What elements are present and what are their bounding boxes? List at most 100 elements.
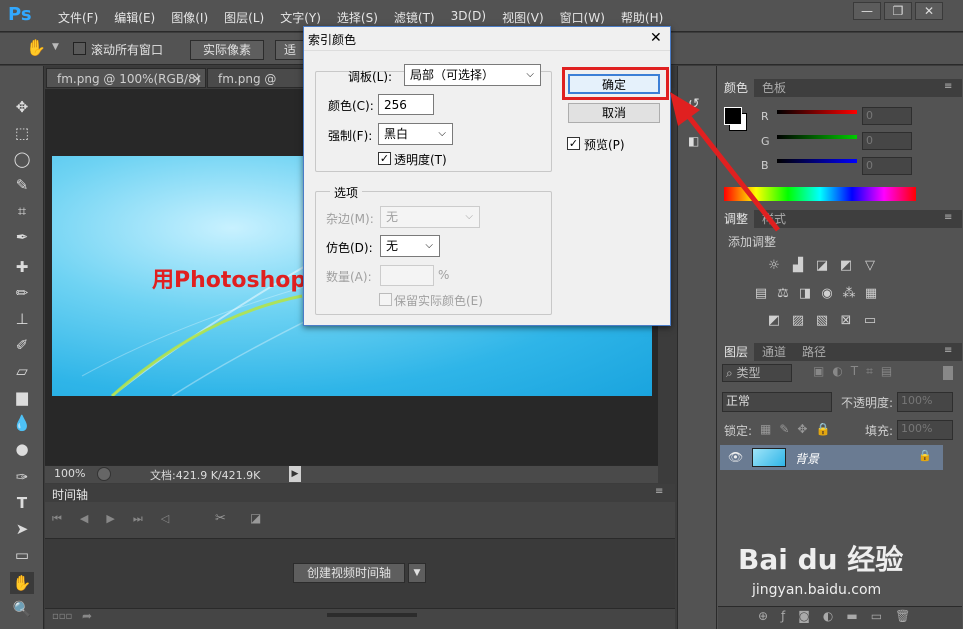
blur-tool-icon[interactable]: 💧 xyxy=(10,412,34,434)
visibility-eye-icon[interactable]: 👁 xyxy=(728,450,743,464)
exposure-icon[interactable]: ◩ xyxy=(837,258,855,274)
menu-image[interactable]: 图像(I) xyxy=(163,9,216,26)
menu-help[interactable]: 帮助(H) xyxy=(613,9,671,26)
type-tool-icon[interactable]: T xyxy=(10,492,34,514)
color-lookup-icon[interactable]: ▦ xyxy=(862,286,880,302)
status-info-icon[interactable] xyxy=(97,467,111,481)
menu-select[interactable]: 选择(S) xyxy=(329,9,386,26)
hand-tool-icon[interactable]: ✋ xyxy=(10,572,34,594)
transition-icon[interactable]: ◪ xyxy=(250,511,261,525)
color-panel-menu-icon[interactable]: ≡ xyxy=(944,81,952,92)
menu-file[interactable]: 文件(F) xyxy=(50,9,106,26)
timeline-render-icon[interactable]: ➦ xyxy=(82,609,92,623)
tab-layers[interactable]: 图层 xyxy=(718,343,755,361)
timeline-zoom-slider[interactable] xyxy=(327,613,417,617)
cancel-button[interactable]: 取消 xyxy=(568,103,660,123)
timeline-convert-icon[interactable]: ▫▫▫ xyxy=(52,611,72,622)
layers-footer-icons[interactable]: ⊕ƒ◙◐▬▭🗑 xyxy=(758,609,923,623)
black-white-icon[interactable]: ◨ xyxy=(796,286,814,302)
filter-toggle[interactable] xyxy=(943,366,953,380)
lock-icons[interactable]: ▦✎✥🔒 xyxy=(760,422,838,436)
threshold-icon[interactable]: ▧ xyxy=(813,313,831,329)
marquee-tool-icon[interactable]: ⬚ xyxy=(10,122,34,144)
close-window-button[interactable]: ✕ xyxy=(915,2,943,20)
menu-layer[interactable]: 图层(L) xyxy=(216,9,272,26)
status-menu-arrow-icon[interactable]: ▶ xyxy=(289,466,301,482)
actual-pixels-button[interactable]: 实际像素 xyxy=(190,40,264,60)
pen-tool-icon[interactable]: ✑ xyxy=(10,466,34,488)
history-brush-tool-icon[interactable]: ✐ xyxy=(10,334,34,356)
layer-row-background[interactable]: 👁 背景 🔒 xyxy=(720,445,943,470)
gradient-tool-icon[interactable]: ▆ xyxy=(10,386,34,408)
timeline-dropdown-chevron-icon[interactable]: ▼ xyxy=(408,563,426,583)
photo-filter-icon[interactable]: ◉ xyxy=(818,286,836,302)
restore-button[interactable]: ❐ xyxy=(884,2,912,20)
gradient-map-icon[interactable]: ▭ xyxy=(861,313,879,329)
doc-tab-2[interactable]: fm.png @ 100% xyxy=(207,68,307,106)
path-select-tool-icon[interactable]: ➤ xyxy=(10,518,34,540)
levels-icon[interactable]: ▟ xyxy=(789,258,807,274)
doc-tab-close-icon[interactable]: ✕ xyxy=(192,69,202,89)
brush-tool-icon[interactable]: ✏ xyxy=(10,282,34,304)
menu-view[interactable]: 视图(V) xyxy=(494,9,552,26)
stamp-tool-icon[interactable]: ⊥ xyxy=(10,308,34,330)
posterize-icon[interactable]: ▨ xyxy=(789,313,807,329)
matte-select[interactable]: 无 ⌵ xyxy=(380,206,480,228)
menu-filter[interactable]: 滤镜(T) xyxy=(386,9,443,26)
quick-select-tool-icon[interactable]: ✎ xyxy=(10,174,34,196)
transparency-checkbox[interactable]: ✓ xyxy=(378,152,391,165)
create-video-timeline-button[interactable]: 创建视频时间轴 xyxy=(293,563,405,583)
crop-tool-icon[interactable]: ⌗ xyxy=(10,200,34,222)
dither-select[interactable]: 无 ⌵ xyxy=(380,235,440,257)
dodge-tool-icon[interactable]: ● xyxy=(10,438,34,460)
menu-type[interactable]: 文字(Y) xyxy=(272,9,329,26)
blend-mode-select[interactable]: 正常 xyxy=(722,392,832,412)
zoom-tool-icon[interactable]: 🔍 xyxy=(10,598,34,620)
channel-mixer-icon[interactable]: ⁂ xyxy=(840,286,858,302)
tool-preset-chevron-icon[interactable]: ▼ xyxy=(52,42,59,52)
menu-3d[interactable]: 3D(D) xyxy=(443,9,494,26)
tab-paths[interactable]: 路径 xyxy=(796,343,832,361)
opacity-field[interactable]: 100% xyxy=(897,392,953,412)
amount-input[interactable] xyxy=(380,265,434,286)
dialog-close-icon[interactable]: ✕ xyxy=(650,30,662,46)
healing-brush-tool-icon[interactable]: ✚ xyxy=(10,256,34,278)
fit-screen-button[interactable]: 适 xyxy=(275,40,305,60)
invert-icon[interactable]: ◩ xyxy=(765,313,783,329)
brightness-icon[interactable]: ☼ xyxy=(765,258,783,274)
minimize-button[interactable]: — xyxy=(853,2,881,20)
eyedropper-tool-icon[interactable]: ✒ xyxy=(10,226,34,248)
eraser-tool-icon[interactable]: ▱ xyxy=(10,360,34,382)
palette-select[interactable]: 局部（可选择） ⌵ xyxy=(404,64,541,86)
hue-saturation-icon[interactable]: ▤ xyxy=(752,286,770,302)
hand-tool-icon[interactable]: ✋ xyxy=(26,38,46,57)
rectangle-tool-icon[interactable]: ▭ xyxy=(10,544,34,566)
layer-filter-select[interactable]: ⌕ 类型 xyxy=(722,364,792,382)
layer-name[interactable]: 背景 xyxy=(795,450,819,467)
fill-field[interactable]: 100% xyxy=(897,420,953,440)
adjust-panel-menu-icon[interactable]: ≡ xyxy=(944,212,952,223)
forced-select[interactable]: 黑白 ⌵ xyxy=(378,123,453,145)
selective-color-icon[interactable]: ⊠ xyxy=(837,313,855,329)
colors-input[interactable]: 256 xyxy=(378,94,434,115)
move-tool-icon[interactable]: ✥ xyxy=(10,96,34,118)
timeline-controls[interactable]: ⏮◀▶⏭◁ xyxy=(52,512,187,526)
timeline-menu-icon[interactable]: ≡ xyxy=(655,486,663,497)
color-balance-icon[interactable]: ⚖ xyxy=(774,286,792,302)
layers-panel-menu-icon[interactable]: ≡ xyxy=(944,345,952,356)
preview-checkbox[interactable]: ✓ xyxy=(567,137,580,150)
channel-r-value[interactable]: 0 xyxy=(862,107,912,125)
scissors-icon[interactable]: ✂ xyxy=(215,511,226,526)
doc-tab-1[interactable]: fm.png @ 100%(RGB/8) ✕ xyxy=(46,68,206,88)
lasso-tool-icon[interactable]: ◯ xyxy=(10,148,34,170)
ok-button[interactable]: 确定 xyxy=(568,74,660,94)
channel-b-value[interactable]: 0 xyxy=(862,157,912,175)
menu-edit[interactable]: 编辑(E) xyxy=(106,9,163,26)
vibrance-icon[interactable]: ▽ xyxy=(861,258,879,274)
channel-g-value[interactable]: 0 xyxy=(862,132,912,150)
menu-window[interactable]: 窗口(W) xyxy=(552,9,613,26)
tab-channels[interactable]: 通道 xyxy=(756,343,792,361)
scroll-all-checkbox[interactable] xyxy=(73,42,86,55)
zoom-level[interactable]: 100% xyxy=(54,467,85,480)
preserve-colors-checkbox[interactable] xyxy=(379,293,392,306)
